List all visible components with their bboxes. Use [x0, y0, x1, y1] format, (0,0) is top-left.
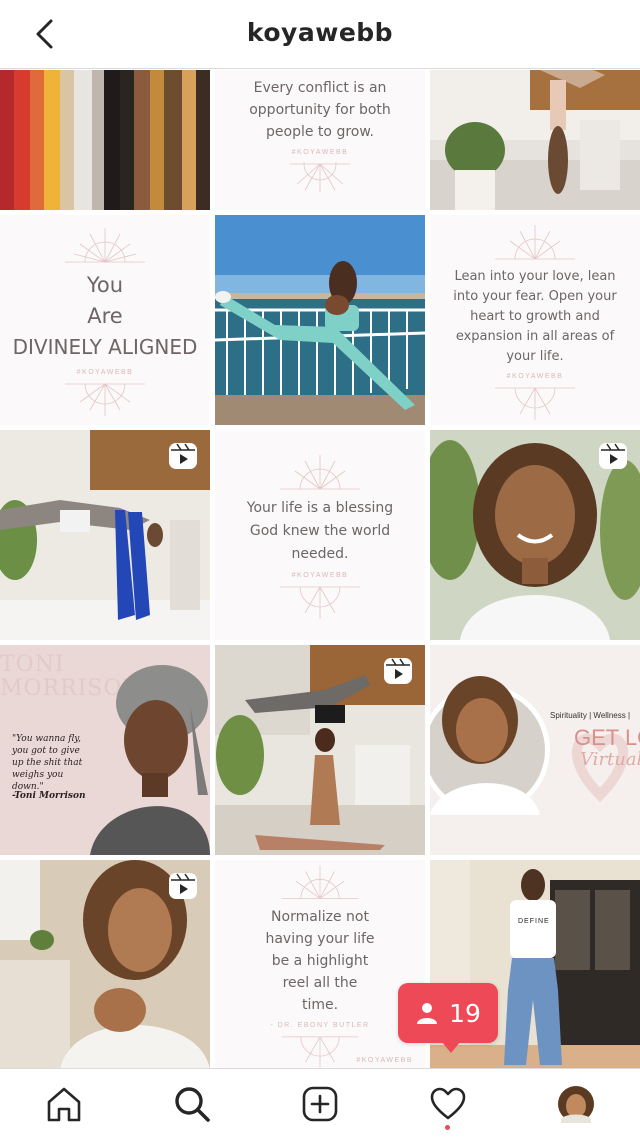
sunburst-decoration	[290, 162, 350, 192]
quote-author: - DR. EBONY BUTLER	[270, 1022, 370, 1030]
shirt-text: DEFINE	[518, 918, 550, 925]
sunburst-decoration	[280, 455, 360, 490]
nav-create[interactable]	[300, 1084, 340, 1124]
promo-script: Virtual	[580, 749, 640, 770]
post-reel-kitchen[interactable]	[0, 860, 210, 1068]
quote-author: -Toni Morrison	[12, 791, 86, 801]
promo-heading: GET LOV	[574, 725, 640, 750]
post-divinely-aligned[interactable]: You Are DIVINELY ALIGNED #KOYAWEBB	[0, 215, 210, 425]
sunburst-decoration	[495, 387, 575, 420]
nav-activity[interactable]	[428, 1084, 468, 1124]
post-reel-portrait-smile[interactable]	[430, 430, 640, 640]
sunburst-decoration	[281, 865, 359, 899]
new-followers-badge[interactable]: 19	[398, 983, 498, 1053]
split-railing-image	[215, 215, 425, 425]
nav-home[interactable]	[44, 1084, 84, 1124]
post-promo-get-love[interactable]: Spirituality | Wellness | GET LOV Virtua…	[430, 645, 640, 855]
add-icon	[302, 1086, 338, 1122]
reels-icon	[384, 658, 412, 684]
nav-search[interactable]	[172, 1084, 212, 1124]
sunburst-decoration	[495, 224, 575, 259]
acro-yoga-image	[430, 70, 640, 210]
post-quote-normalize[interactable]: Normalize not having your life be a high…	[215, 860, 425, 1068]
quote-text: Lean into your love, lean into your fear…	[453, 268, 617, 364]
quote-text: "You wanna fly, you got to give up the s…	[12, 734, 83, 792]
reels-icon	[599, 443, 627, 469]
bottom-navigation	[0, 1068, 640, 1138]
reels-icon	[169, 443, 197, 469]
hashtag-watermark: #KOYAWEBB	[356, 1057, 413, 1064]
quote-text: Every conflict is an opportunity for bot…	[249, 80, 391, 140]
person-icon	[417, 1003, 438, 1024]
hashtag-watermark: #KOYAWEBB	[291, 149, 349, 156]
top-header: koyawebb	[0, 0, 640, 69]
profile-username-title: koyawebb	[246, 18, 394, 47]
sunburst-decoration	[65, 228, 145, 263]
followers-count: 19	[449, 998, 481, 1028]
sunburst-decoration	[280, 586, 360, 619]
quote-text: Normalize not having your life be a high…	[265, 909, 375, 1014]
profile-avatar	[558, 1086, 594, 1123]
nav-profile[interactable]	[556, 1084, 596, 1124]
post-quote-lean[interactable]: Lean into your love, lean into your fear…	[430, 215, 640, 425]
toni-morrison-image	[90, 665, 210, 855]
clothes-rack-image	[0, 70, 210, 210]
post-clothes-rack[interactable]	[0, 70, 210, 210]
hashtag-watermark: #KOYAWEBB	[506, 372, 564, 380]
quote-text: Your life is a blessing God knew the wor…	[246, 500, 394, 562]
post-grid: Every conflict is an opportunity for bot…	[0, 70, 640, 1068]
post-acro-yoga[interactable]	[430, 70, 640, 210]
post-reel-acro-balance[interactable]	[215, 645, 425, 855]
activity-dot	[445, 1125, 450, 1130]
quote-line-2: Are	[87, 304, 123, 328]
heart-icon	[430, 1087, 466, 1120]
quote-line-1: You	[86, 273, 124, 297]
hashtag-watermark: #KOYAWEBB	[291, 572, 349, 579]
post-quote-conflict[interactable]: Every conflict is an opportunity for bot…	[215, 70, 425, 210]
sunburst-decoration	[65, 383, 145, 416]
quote-line-3: DIVINELY ALIGNED	[12, 335, 198, 359]
post-split-railing[interactable]	[215, 215, 425, 425]
post-toni-morrison-quote[interactable]: TONI MORRISON "You wanna fly, you got to…	[0, 645, 210, 855]
home-icon	[47, 1087, 81, 1122]
sunburst-decoration	[281, 1036, 359, 1068]
search-icon	[175, 1087, 210, 1122]
post-reel-stretch[interactable]	[0, 430, 210, 640]
promo-subtitle: Spirituality | Wellness |	[550, 711, 631, 720]
hashtag-watermark: #KOYAWEBB	[76, 369, 134, 376]
reels-icon	[169, 873, 197, 899]
post-quote-blessing[interactable]: Your life is a blessing God knew the wor…	[215, 430, 425, 640]
